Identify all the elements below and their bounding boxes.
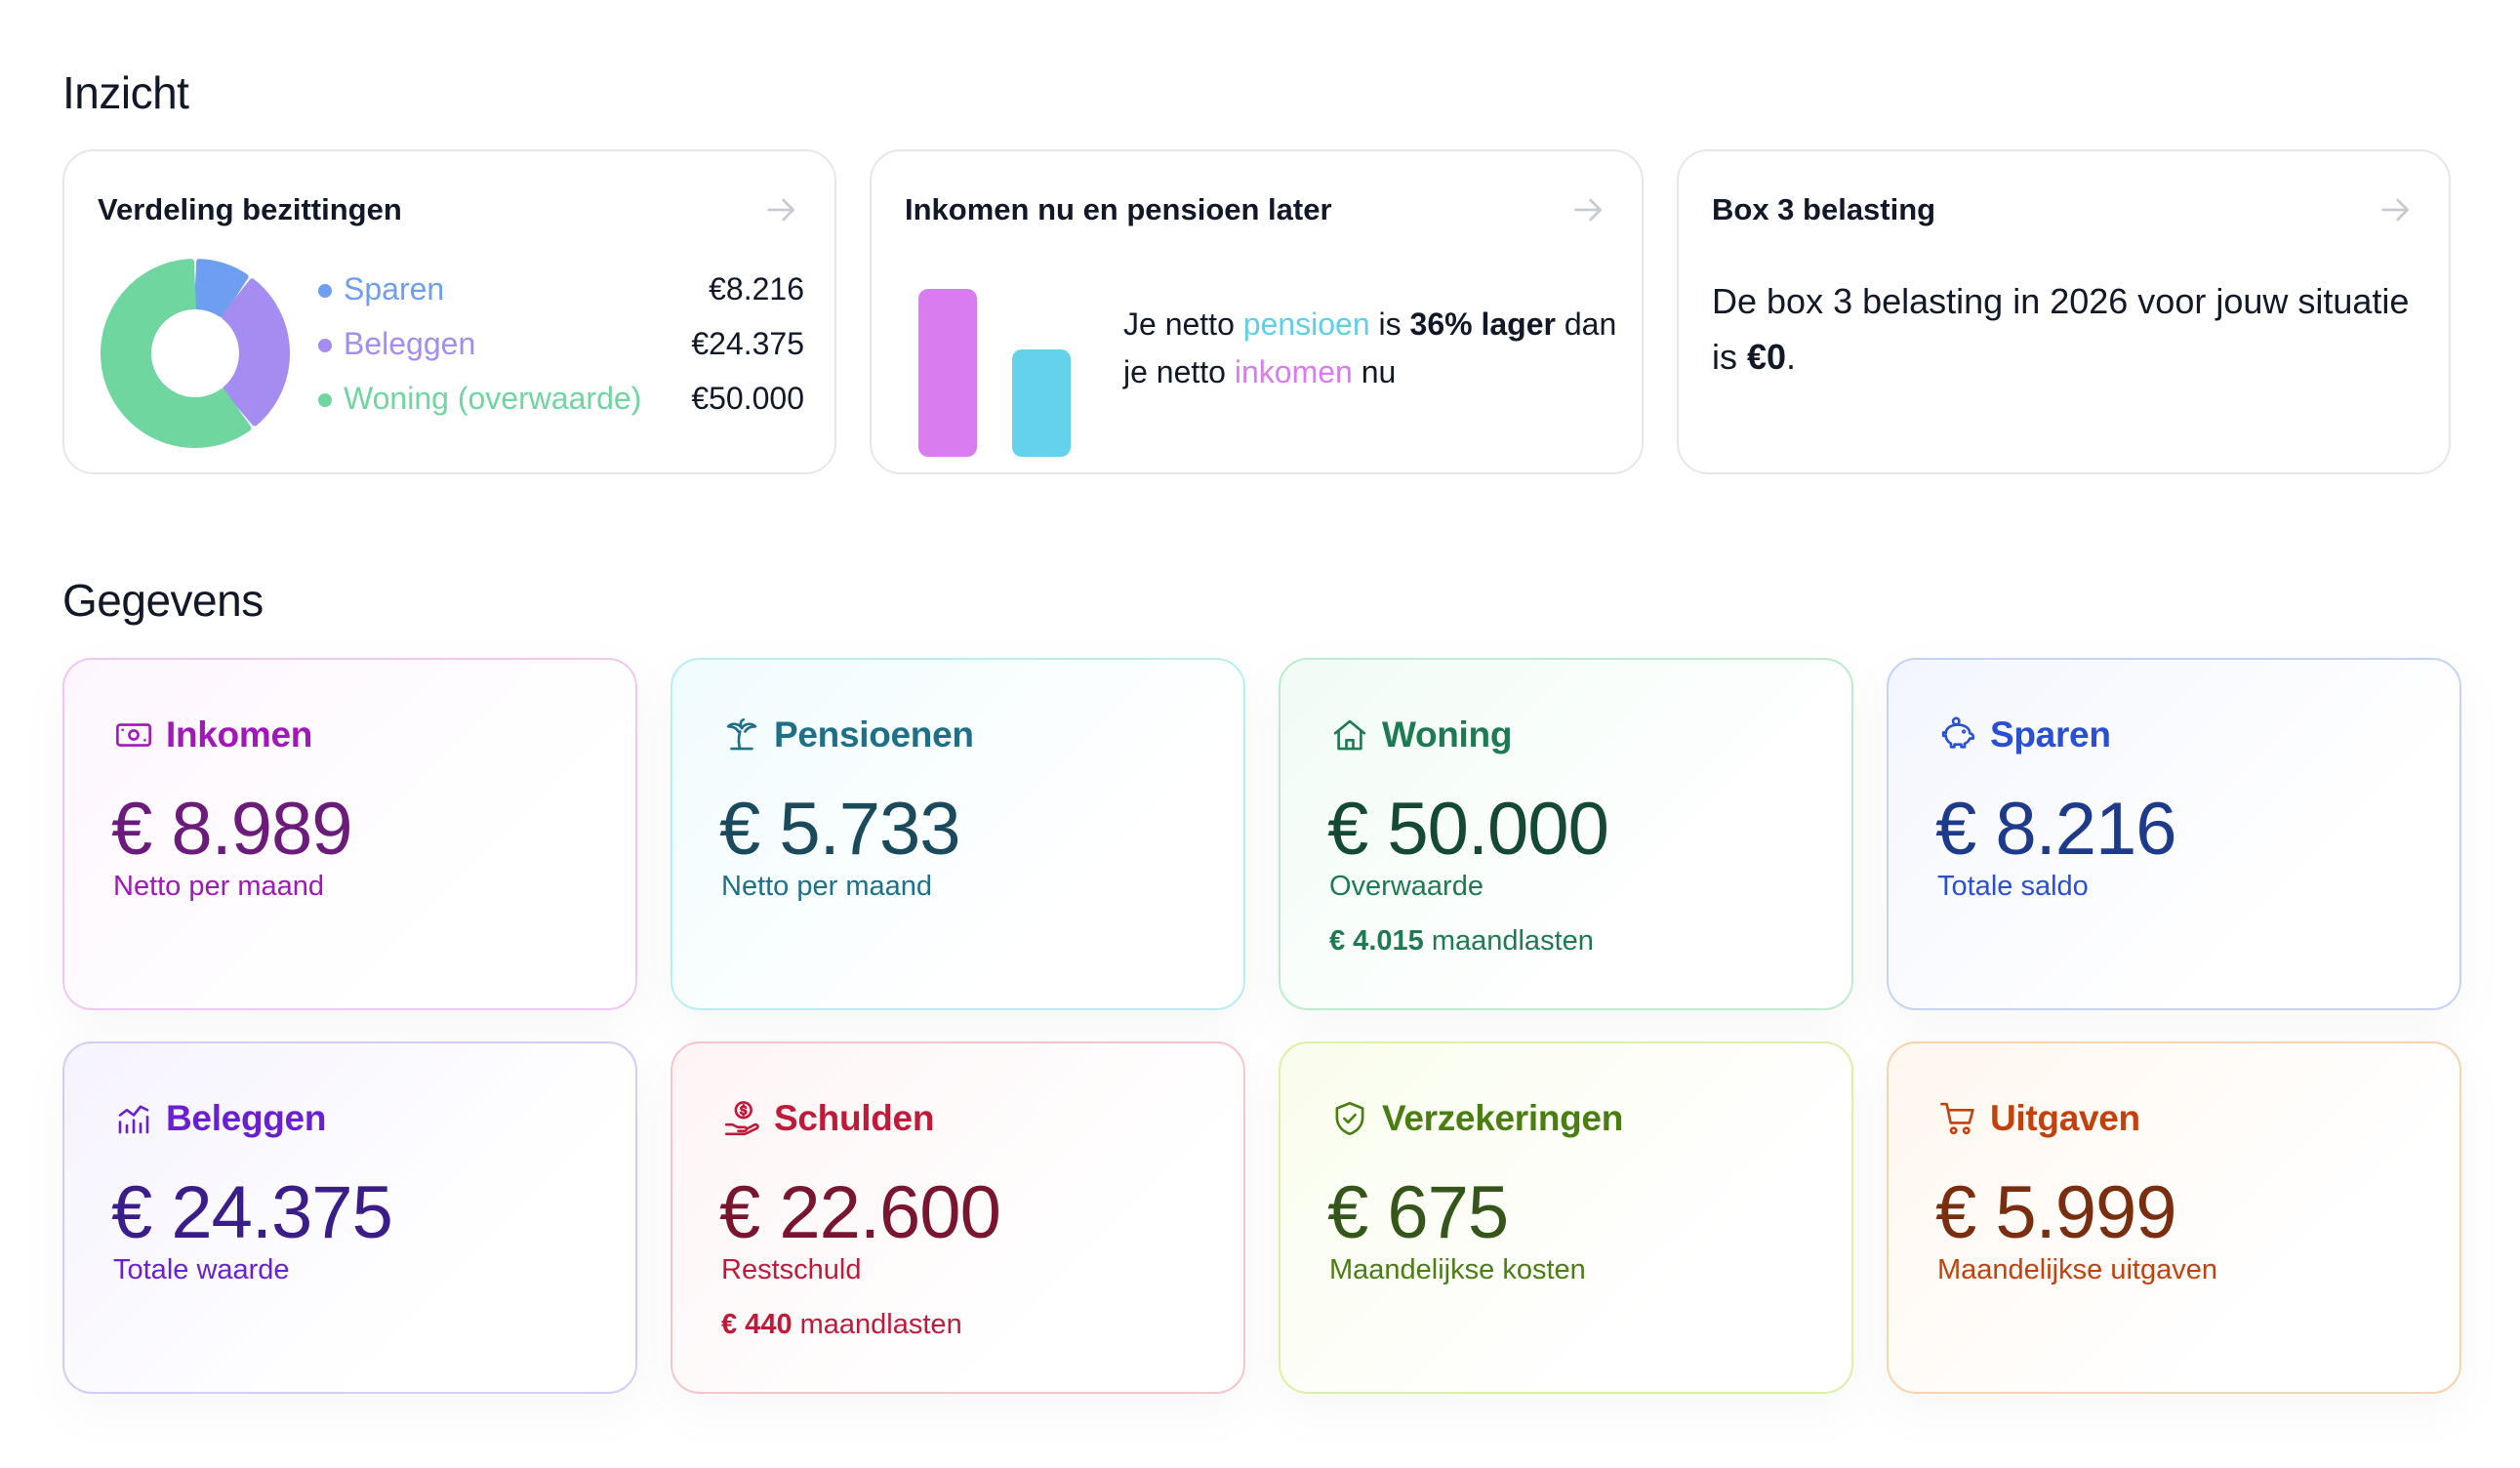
- monthly-label: maandlasten: [1423, 925, 1594, 957]
- card-header: Beleggen: [113, 1096, 326, 1141]
- card-monthly-costs: € 4.015 maandlasten: [1329, 925, 1594, 958]
- legend-value: €50.000: [691, 381, 804, 416]
- pension-summary: Je netto pensioen is 36% lager dan je ne…: [1123, 301, 1621, 396]
- legend-label: Woning (overwaarde): [344, 381, 642, 416]
- arrow-right-icon: [1574, 198, 1602, 222]
- legend-value: €8.216: [709, 271, 804, 306]
- card-value: € 5.733: [719, 788, 961, 871]
- section-title-inzicht: Inzicht: [62, 67, 189, 118]
- card-title: Schulden: [774, 1098, 935, 1138]
- card-header: Verzekeringen: [1329, 1096, 1623, 1141]
- legend-row-woning: Woning (overwaarde) €50.000: [316, 381, 804, 435]
- card-schulden[interactable]: Schulden € 22.600 Restschuld € 440 maand…: [671, 1041, 1245, 1394]
- text: Je netto: [1123, 306, 1243, 342]
- palm-tree-icon: [726, 717, 757, 751]
- text: De box 3 belasting in 2026 voor jouw sit…: [1712, 281, 2410, 377]
- legend-label: Sparen: [344, 271, 445, 306]
- card-header: Sparen: [1937, 713, 2111, 757]
- card-subtitle: Netto per maand: [113, 871, 325, 902]
- card-woning[interactable]: Woning € 50.000 Overwaarde € 4.015 maand…: [1279, 658, 1853, 1010]
- card-title: Verdeling bezittingen: [98, 192, 402, 226]
- text: nu: [1352, 354, 1397, 389]
- text: is: [1369, 306, 1410, 342]
- donut-slice-beleggen: [221, 278, 290, 427]
- card-subtitle: Totale saldo: [1937, 871, 2089, 902]
- card-header: Schulden: [721, 1096, 934, 1141]
- card-subtitle: Overwaarde: [1329, 871, 1484, 902]
- cart-icon: [1940, 1102, 1974, 1135]
- insight-card-distribution[interactable]: Verdeling bezittingen Sparen €8.216 Bele…: [62, 149, 836, 474]
- house-icon: [1333, 719, 1366, 751]
- card-value: € 675: [1327, 1171, 1509, 1254]
- card-value: € 8.989: [111, 788, 353, 871]
- legend-row-beleggen: Beleggen €24.375: [316, 326, 804, 381]
- card-title: Verzekeringen: [1382, 1098, 1624, 1138]
- legend-value: €24.375: [691, 326, 804, 361]
- card-uitgaven[interactable]: Uitgaven € 5.999 Maandelijkse uitgaven: [1887, 1041, 2461, 1394]
- card-subtitle: Netto per maand: [721, 871, 933, 902]
- insight-card-box3[interactable]: Box 3 belasting De box 3 belasting in 20…: [1677, 149, 2451, 474]
- card-inkomen[interactable]: Inkomen € 8.989 Netto per maand: [62, 658, 637, 1010]
- card-subtitle: Maandelijkse kosten: [1329, 1254, 1586, 1285]
- card-title: Beleggen: [166, 1098, 327, 1138]
- card-monthly-costs: € 440 maandlasten: [721, 1309, 962, 1341]
- card-title: Uitgaven: [1990, 1098, 2140, 1138]
- card-pensioenen[interactable]: Pensioenen € 5.733 Netto per maand: [671, 658, 1245, 1010]
- percentage: 36% lager: [1409, 306, 1556, 342]
- monthly-amount: € 4.015: [1329, 925, 1424, 957]
- monthly-label: maandlasten: [792, 1309, 962, 1340]
- legend-dot: [318, 284, 332, 298]
- card-value: € 50.000: [1327, 788, 1609, 871]
- card-verzekeringen[interactable]: Verzekeringen € 675 Maandelijkse kosten: [1279, 1041, 1853, 1394]
- card-title: Sparen: [1990, 714, 2111, 754]
- box3-amount: €0: [1747, 337, 1787, 377]
- income-word: inkomen: [1234, 354, 1353, 389]
- card-value: € 22.600: [719, 1171, 1001, 1254]
- text: .: [1786, 337, 1797, 377]
- income-bar: [918, 289, 977, 457]
- shield-check-icon: [1335, 1101, 1364, 1136]
- hand-coin-icon: [724, 1101, 759, 1136]
- legend-dot: [318, 339, 332, 352]
- card-subtitle: Maandelijkse uitgaven: [1937, 1254, 2217, 1285]
- card-header: Inkomen: [113, 713, 312, 757]
- box3-summary: De box 3 belasting in 2026 voor jouw sit…: [1712, 273, 2415, 385]
- card-value: € 8.216: [1935, 788, 2177, 871]
- chart-bars-icon: [118, 1105, 149, 1134]
- card-title: Woning: [1382, 714, 1513, 754]
- arrow-right-icon: [2381, 198, 2409, 222]
- card-value: € 24.375: [111, 1171, 393, 1254]
- legend-dot: [318, 393, 332, 407]
- arrow-right-icon: [767, 198, 794, 222]
- card-header: Woning: [1329, 713, 1512, 757]
- card-beleggen[interactable]: Beleggen € 24.375 Totale waarde: [62, 1041, 637, 1394]
- card-header: Pensioenen: [721, 713, 974, 757]
- card-title: Pensioenen: [774, 714, 974, 754]
- legend-label: Beleggen: [344, 326, 476, 361]
- income-pension-bars: [918, 271, 1075, 457]
- distribution-legend: Sparen €8.216 Beleggen €24.375 Woning (o…: [316, 271, 804, 435]
- monthly-amount: € 440: [721, 1309, 793, 1340]
- card-title: Inkomen: [166, 714, 313, 754]
- donut-chart: [101, 259, 290, 448]
- banknote-icon: [116, 723, 151, 747]
- card-subtitle: Restschuld: [721, 1254, 862, 1285]
- card-sparen[interactable]: Sparen € 8.216 Totale saldo: [1887, 658, 2461, 1010]
- legend-row-sparen: Sparen €8.216: [316, 271, 804, 326]
- card-value: € 5.999: [1935, 1171, 2177, 1254]
- section-title-gegevens: Gegevens: [62, 575, 264, 626]
- card-subtitle: Totale waarde: [113, 1254, 290, 1285]
- card-header: Uitgaven: [1937, 1096, 2140, 1141]
- card-title: Inkomen nu en pensioen later: [905, 192, 1332, 226]
- insight-card-income-pension[interactable]: Inkomen nu en pensioen later Je netto pe…: [870, 149, 1644, 474]
- pension-word: pensioen: [1242, 306, 1370, 342]
- pension-bar: [1012, 349, 1071, 457]
- card-title: Box 3 belasting: [1712, 192, 1936, 226]
- piggy-bank-icon: [1941, 716, 1975, 749]
